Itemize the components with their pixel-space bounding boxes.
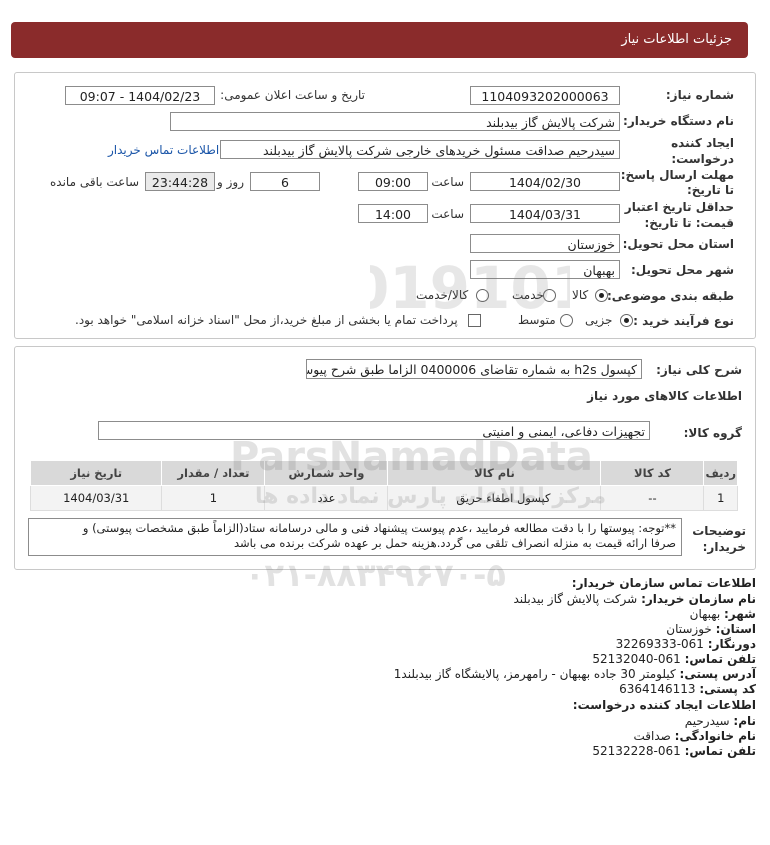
- validity-label-1: حداقل تاریخ اعتبار: [624, 200, 734, 214]
- province-field: خوزستان: [470, 234, 620, 253]
- contact-phone: تلفن تماس: 061-52132040: [592, 652, 756, 666]
- city-label: شهر محل تحویل:: [630, 263, 734, 277]
- treasury-payment-note: پرداخت تمام یا بخشی از مبلغ خرید،از محل …: [75, 313, 458, 327]
- requester-field: سیدرحیم صداقت مسئول خریدهای خارجی شرکت پ…: [220, 140, 620, 159]
- goods-group-field: تجهیزات دفاعی، ایمنی و امنیتی: [98, 421, 650, 440]
- remaining-time-field: 23:44:28: [145, 172, 215, 191]
- page-header: جزئیات اطلاعات نیاز: [11, 22, 748, 58]
- deadline-label-2: تا تاریخ:: [686, 183, 734, 197]
- buyer-notes-box: **توجه: پیوستها را با دقت مطالعه فرمایید…: [28, 518, 682, 556]
- days-label: روز و: [217, 175, 244, 189]
- days-field: 6: [250, 172, 320, 191]
- validity-date-field: 1404/03/31: [470, 204, 620, 223]
- announce-label: تاریخ و ساعت اعلان عمومی:: [220, 88, 365, 102]
- deadline-date-field: 1404/02/30: [470, 172, 620, 191]
- category-both-label: کالا/خدمت: [416, 288, 469, 302]
- requester-label-2: درخواست:: [671, 152, 734, 166]
- page-title: جزئیات اطلاعات نیاز: [621, 32, 732, 47]
- contact-fax: دورنگار: 061-32269333: [615, 637, 756, 651]
- cell-code: --: [600, 485, 705, 511]
- th-name: نام کالا: [387, 460, 602, 486]
- deadline-label-1: مهلت ارسال پاسخ:: [620, 168, 734, 182]
- requester-label-1: ایجاد کننده: [671, 136, 734, 150]
- creator-name: نام: سیدرحیم: [684, 714, 756, 728]
- validity-time-label: ساعت: [431, 207, 464, 221]
- table-row: 1 -- کپسول اطفاء حریق عدد 1 1404/03/31: [29, 485, 738, 511]
- goods-group-label: گروه کالا:: [683, 426, 742, 440]
- contact-org: نام سازمان خریدار: شرکت پالایش گاز بیدبل…: [513, 592, 756, 606]
- need-summary-label: شرح کلی نیاز:: [656, 363, 742, 377]
- treasury-payment-checkbox[interactable]: [468, 314, 481, 327]
- contact-title: اطلاعات تماس سازمان خریدار:: [571, 576, 756, 590]
- category-service-label: خدمت: [512, 288, 544, 302]
- category-goods-label: کالا: [572, 288, 589, 302]
- contact-address: آدرس پستی: کیلومتر 30 جاده بهبهان - رامه…: [393, 667, 756, 681]
- th-qty: تعداد / مقدار: [161, 460, 266, 486]
- contact-province: استان: خوزستان: [666, 622, 756, 636]
- contact-postal: کد پستی: 6364146113: [619, 682, 756, 696]
- process-label: نوع فرآیند خرید :: [633, 314, 734, 328]
- need-summary-field: کپسول h2s به شماره تقاضای 0400006 الزاما…: [306, 359, 642, 379]
- creator-phone: تلفن تماس: 061-52132228: [592, 744, 756, 758]
- cell-name: کپسول اطفاء حریق: [387, 485, 602, 511]
- buyer-notes-line-2: صرفا ارائه قیمت به منزله انصراف تلقی می …: [233, 536, 676, 550]
- notes-label-2: خریدار:: [702, 540, 746, 554]
- cell-row: 1: [703, 485, 738, 511]
- validity-label-2: قیمت: تا تاریخ:: [644, 216, 734, 230]
- creator-family: نام خانوادگی: صداقت: [633, 729, 756, 743]
- need-number-field: 1104093202000063: [470, 86, 620, 105]
- buyer-org-label: نام دستگاه خریدار:: [623, 114, 734, 128]
- process-medium-label: متوسط: [518, 313, 556, 327]
- th-row: ردیف: [703, 460, 738, 486]
- category-both-radio[interactable]: [476, 289, 489, 302]
- cell-unit: عدد: [264, 485, 389, 511]
- th-code: کد کالا: [600, 460, 705, 486]
- process-medium-radio[interactable]: [560, 314, 573, 327]
- contact-city: شهر: بهبهان: [689, 607, 756, 621]
- buyer-notes-line-1: **توجه: پیوستها را با دقت مطالعه فرمایید…: [82, 521, 676, 535]
- buyer-contact-link[interactable]: اطلاعات تماس خریدار: [108, 143, 219, 157]
- category-service-radio[interactable]: [543, 289, 556, 302]
- cell-qty: 1: [161, 485, 266, 511]
- validity-time-field: 14:00: [358, 204, 428, 223]
- need-number-label: شماره نیاز:: [665, 88, 734, 102]
- notes-label-1: توضیحات: [692, 524, 746, 538]
- deadline-time-field: 09:00: [358, 172, 428, 191]
- process-minor-radio[interactable]: [620, 314, 633, 327]
- creator-title: اطلاعات ایجاد کننده درخواست:: [572, 698, 756, 712]
- announce-field: 1404/02/23 - 09:07: [65, 86, 215, 105]
- province-label: استان محل تحویل:: [622, 237, 734, 251]
- buyer-org-field: شرکت پالایش گاز بیدبلند: [170, 112, 620, 131]
- category-label: طبقه بندی موضوعی:: [606, 289, 734, 303]
- cell-date: 1404/03/31: [29, 485, 163, 511]
- process-minor-label: جزیی: [585, 313, 613, 327]
- city-field: بهبهان: [470, 260, 620, 279]
- goods-info-title: اطلاعات کالاهای مورد نیاز: [587, 389, 742, 403]
- category-goods-radio[interactable]: [595, 289, 608, 302]
- goods-table: ردیف کد کالا نام کالا واحد شمارش تعداد /…: [29, 460, 738, 511]
- th-date: تاریخ نیاز: [29, 460, 163, 486]
- remaining-label: ساعت باقی مانده: [50, 175, 140, 189]
- th-unit: واحد شمارش: [264, 460, 389, 486]
- deadline-time-label: ساعت: [431, 175, 464, 189]
